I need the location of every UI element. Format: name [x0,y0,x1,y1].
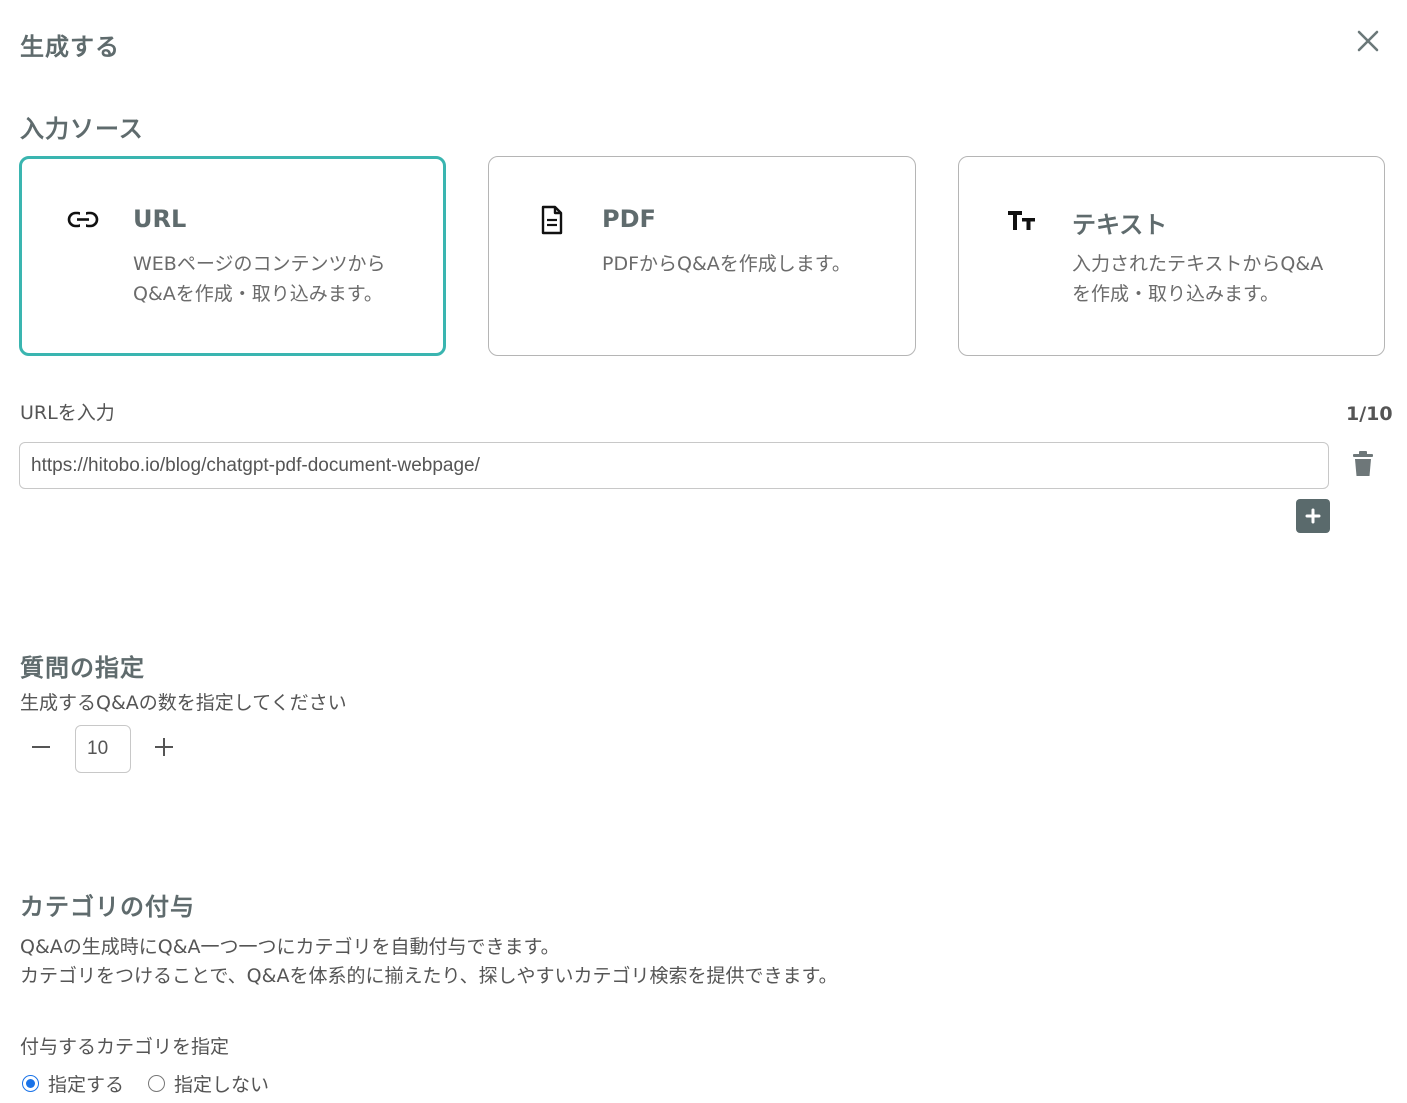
link-icon [66,203,100,237]
close-button[interactable] [1354,27,1382,55]
category-assign-label: 付与するカテゴリを指定 [20,1036,230,1058]
category-heading: カテゴリの付与 [20,893,195,921]
minus-icon [32,746,50,748]
radio-assign-label[interactable]: 指定する [48,1070,124,1097]
plus-icon [155,738,173,756]
plus-icon [1305,508,1321,524]
source-card-text[interactable]: テキスト 入力されたテキストからQ&A を作成・取り込みます。 [958,156,1385,356]
source-card-title: テキスト [1072,211,1168,239]
trash-icon [1353,451,1373,476]
source-card-pdf[interactable]: PDF PDFからQ&Aを作成します。 [488,156,916,356]
category-radio-group: 指定する 指定しない [22,1070,293,1097]
radio-no-assign[interactable] [148,1075,166,1092]
category-description: Q&Aの生成時にQ&A一つ一つにカテゴリを自動付与できます。 カテゴリをつけるこ… [20,936,838,987]
radio-assign[interactable] [22,1075,39,1092]
document-icon [535,203,569,237]
decrement-button[interactable] [27,733,55,761]
radio-no-assign-label[interactable]: 指定しない [174,1070,269,1097]
increment-button[interactable] [150,733,178,761]
add-url-button[interactable] [1296,499,1330,533]
source-card-url[interactable]: URL WEBページのコンテンツから Q&Aを作成・取り込みます。 [19,156,446,356]
url-input[interactable] [19,442,1329,489]
source-heading: 入力ソース [20,115,144,143]
questions-heading: 質問の指定 [20,654,145,682]
source-card-title: URL [133,205,187,233]
text-size-icon [1005,203,1039,237]
url-counter: 1/10 [1346,403,1393,425]
source-card-desc: WEBページのコンテンツから Q&Aを作成・取り込みます。 [133,253,386,305]
source-card-desc: 入力されたテキストからQ&A を作成・取り込みます。 [1072,253,1324,305]
source-card-title: PDF [602,205,656,233]
questions-instruction: 生成するQ&Aの数を指定してください [20,692,347,714]
url-label: URLを入力 [20,402,115,424]
source-card-desc: PDFからQ&Aを作成します。 [602,253,851,275]
delete-url-button[interactable] [1351,450,1375,478]
dialog-title: 生成する [20,33,120,61]
qa-count-input[interactable] [75,725,131,773]
close-icon [1357,30,1379,52]
